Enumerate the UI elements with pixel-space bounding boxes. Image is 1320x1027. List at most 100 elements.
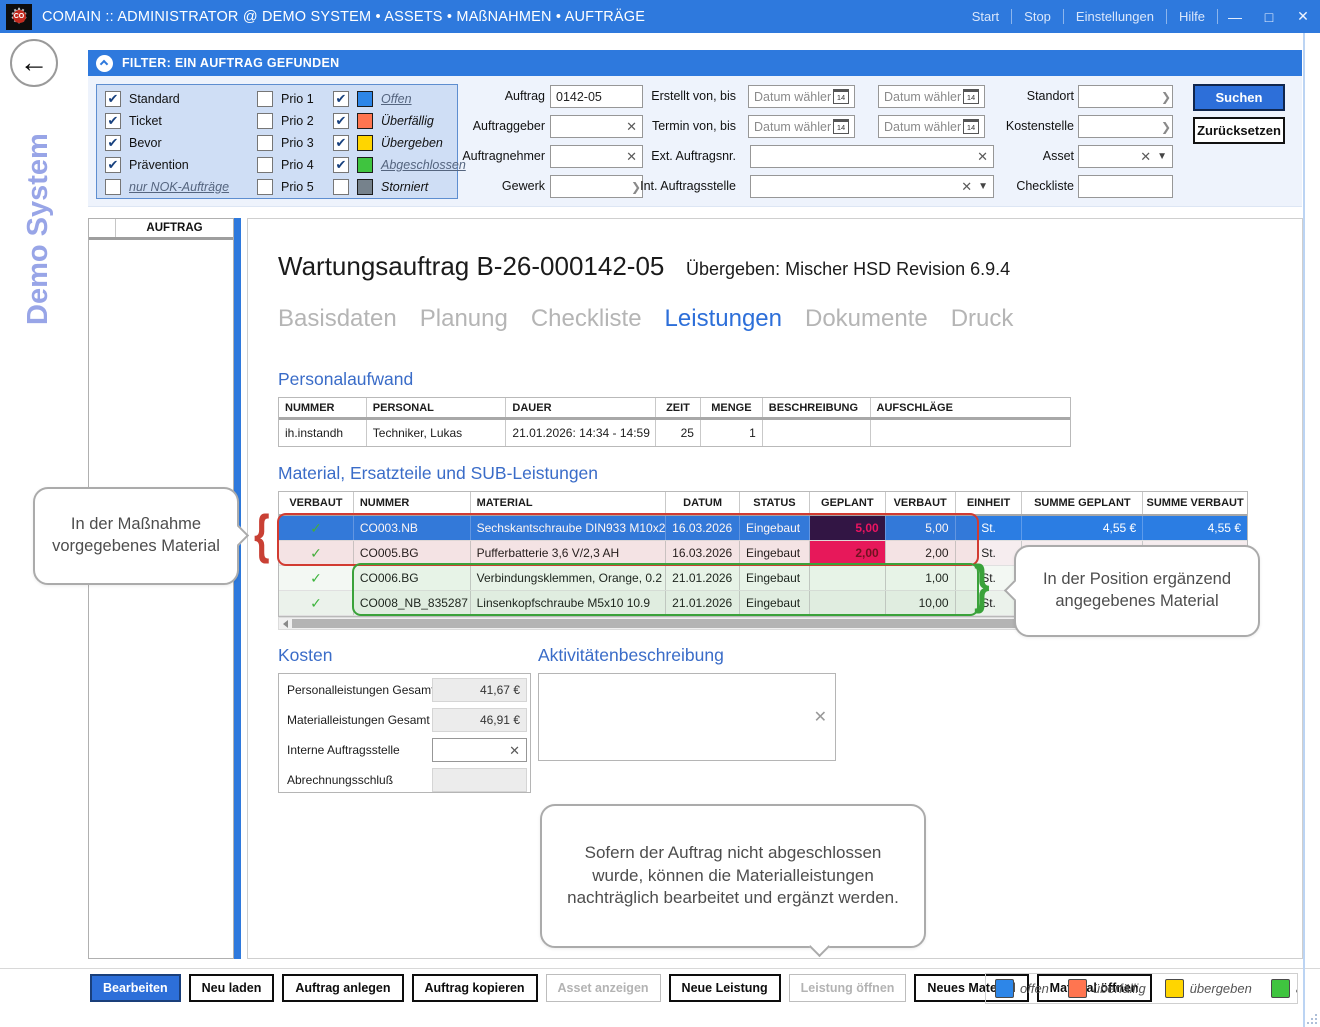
standort-input[interactable]: ❯	[1078, 85, 1173, 108]
tab-leistungen[interactable]: Leistungen	[665, 305, 782, 333]
filter-prio-4[interactable]: Prio 4	[257, 154, 314, 176]
auftrag-input[interactable]: 0142-05	[550, 85, 643, 108]
menu-einstellungen[interactable]: Einstellungen	[1064, 9, 1166, 24]
scrollbar-thumb[interactable]	[292, 619, 1112, 628]
chevron-icon[interactable]: ❯	[1161, 90, 1171, 104]
auftrag-kopieren-button[interactable]: Auftrag kopieren	[412, 974, 538, 1002]
calendar-icon[interactable]: 14	[833, 89, 849, 104]
table-row-selected[interactable]: ✓ CO003.NB Sechskantschraube DIN933 M10x…	[279, 516, 1247, 541]
filter-prio-2[interactable]: Prio 2	[257, 110, 314, 132]
aktivitaeten-textarea[interactable]: ✕	[538, 673, 836, 761]
checkbox[interactable]	[105, 179, 121, 195]
column-header[interactable]: AUFSCHLÄGE	[871, 398, 1070, 417]
column-header[interactable]: EINHEIT	[956, 492, 1023, 514]
clear-icon[interactable]: ✕	[1140, 150, 1151, 163]
column-header[interactable]: SUMME GEPLANT	[1022, 492, 1143, 514]
bearbeiten-button[interactable]: Bearbeiten	[90, 974, 181, 1002]
clear-icon[interactable]: ✕	[626, 120, 637, 133]
checkbox[interactable]: ✔	[333, 113, 349, 129]
column-header[interactable]: GEPLANT	[810, 492, 886, 514]
int-auftragsstelle-input[interactable]: ✕▼	[750, 175, 994, 198]
filter-prio-1[interactable]: Prio 1	[257, 88, 314, 110]
checkbox[interactable]: ✔	[333, 135, 349, 151]
tab-dokumente[interactable]: Dokumente	[805, 305, 928, 333]
termin-bis-datepicker[interactable]: Datum wähler 14	[878, 115, 985, 138]
filter-status-offen[interactable]: ✔ Offen	[333, 88, 466, 110]
clear-icon[interactable]: ✕	[961, 180, 972, 193]
auftrag-anlegen-button[interactable]: Auftrag anlegen	[282, 974, 403, 1002]
clear-icon[interactable]: ✕	[509, 744, 520, 757]
clear-icon[interactable]: ✕	[814, 710, 827, 726]
checkbox[interactable]: ✔	[105, 135, 121, 151]
checkbox[interactable]: ✔	[105, 91, 121, 107]
column-header[interactable]: VERBAUT	[886, 492, 956, 514]
checkbox[interactable]: ✔	[105, 157, 121, 173]
interne-auftragsstelle-field[interactable]: ✕	[432, 738, 527, 762]
asset-input[interactable]: ✕▼	[1078, 145, 1173, 168]
termin-von-datepicker[interactable]: Datum wähler 14	[748, 115, 855, 138]
filter-type-ticket[interactable]: ✔ Ticket	[105, 110, 229, 132]
filter-status-abgeschlossen[interactable]: ✔ Abgeschlossen	[333, 154, 466, 176]
column-header[interactable]: PERSONAL	[367, 398, 507, 417]
column-header[interactable]: NUMMER	[279, 398, 367, 417]
gewerk-input[interactable]: ❯	[550, 175, 643, 198]
column-header[interactable]: MENGE	[701, 398, 763, 417]
tab-planung[interactable]: Planung	[420, 305, 508, 333]
filter-prio-3[interactable]: Prio 3	[257, 132, 314, 154]
neu-laden-button[interactable]: Neu laden	[189, 974, 275, 1002]
scroll-left-arrow-icon[interactable]	[283, 620, 288, 628]
ext-auftragsnr-input[interactable]: ✕	[750, 145, 994, 168]
zuruecksetzen-button[interactable]: Zurücksetzen	[1193, 117, 1285, 144]
collapse-icon[interactable]	[96, 55, 113, 72]
checkbox[interactable]: ✔	[105, 113, 121, 129]
checkbox[interactable]	[257, 91, 273, 107]
filter-prio-5[interactable]: Prio 5	[257, 176, 314, 198]
column-header[interactable]: MATERIAL	[471, 492, 667, 514]
back-button[interactable]: ←	[10, 39, 58, 87]
checkbox[interactable]	[257, 157, 273, 173]
column-header[interactable]: NUMMER	[354, 492, 471, 514]
checkbox[interactable]	[333, 179, 349, 195]
filter-status-uebergeben[interactable]: ✔ Übergeben	[333, 132, 466, 154]
erstellt-bis-datepicker[interactable]: Datum wähler 14	[878, 85, 985, 108]
column-header[interactable]: DAUER	[506, 398, 656, 417]
column-header[interactable]: BESCHREIBUNG	[763, 398, 871, 417]
checkbox[interactable]	[257, 135, 273, 151]
minimize-button[interactable]: —	[1218, 0, 1252, 33]
filter-status-storniert[interactable]: Storniert	[333, 176, 466, 198]
suchen-button[interactable]: Suchen	[1193, 84, 1285, 111]
filter-header[interactable]: FILTER: EIN AUFTRAG GEFUNDEN	[88, 50, 1302, 76]
tab-basisdaten[interactable]: Basisdaten	[278, 305, 397, 333]
column-header[interactable]: VERBAUT	[279, 492, 354, 514]
filter-type-standard[interactable]: ✔ Standard	[105, 88, 229, 110]
dropdown-arrow-icon[interactable]: ▼	[1157, 151, 1167, 162]
auftraggeber-input[interactable]: ✕	[550, 115, 643, 138]
table-row[interactable]: ih.instandh Techniker, Lukas 21.01.2026:…	[279, 420, 1070, 446]
auftragnehmer-input[interactable]: ✕	[550, 145, 643, 168]
tab-druck[interactable]: Druck	[951, 305, 1014, 333]
column-header[interactable]: STATUS	[740, 492, 810, 514]
checkbox[interactable]: ✔	[333, 91, 349, 107]
filter-type-bevor[interactable]: ✔ Bevor	[105, 132, 229, 154]
column-header[interactable]: DATUM	[666, 492, 740, 514]
calendar-icon[interactable]: 14	[963, 89, 979, 104]
checkbox[interactable]: ✔	[333, 157, 349, 173]
checkbox[interactable]	[257, 113, 273, 129]
erstellt-von-datepicker[interactable]: Datum wähler 14	[748, 85, 855, 108]
column-header[interactable]: SUMME VERBAUT	[1143, 492, 1247, 514]
checkbox[interactable]	[257, 179, 273, 195]
maximize-button[interactable]: □	[1252, 0, 1286, 33]
menu-start[interactable]: Start	[960, 9, 1011, 24]
resize-grip[interactable]	[1305, 1012, 1317, 1024]
close-button[interactable]: ✕	[1286, 0, 1320, 33]
calendar-icon[interactable]: 14	[963, 119, 979, 134]
column-header[interactable]: ZEIT	[656, 398, 701, 417]
menu-stop[interactable]: Stop	[1012, 9, 1063, 24]
calendar-icon[interactable]: 14	[833, 119, 849, 134]
dropdown-arrow-icon[interactable]: ▼	[978, 181, 988, 192]
clear-icon[interactable]: ✕	[626, 150, 637, 163]
chevron-icon[interactable]: ❯	[1161, 120, 1171, 134]
checkliste-input[interactable]	[1078, 175, 1173, 198]
filter-status-ueberfaellig[interactable]: ✔ Überfällig	[333, 110, 466, 132]
menu-hilfe[interactable]: Hilfe	[1167, 9, 1217, 24]
